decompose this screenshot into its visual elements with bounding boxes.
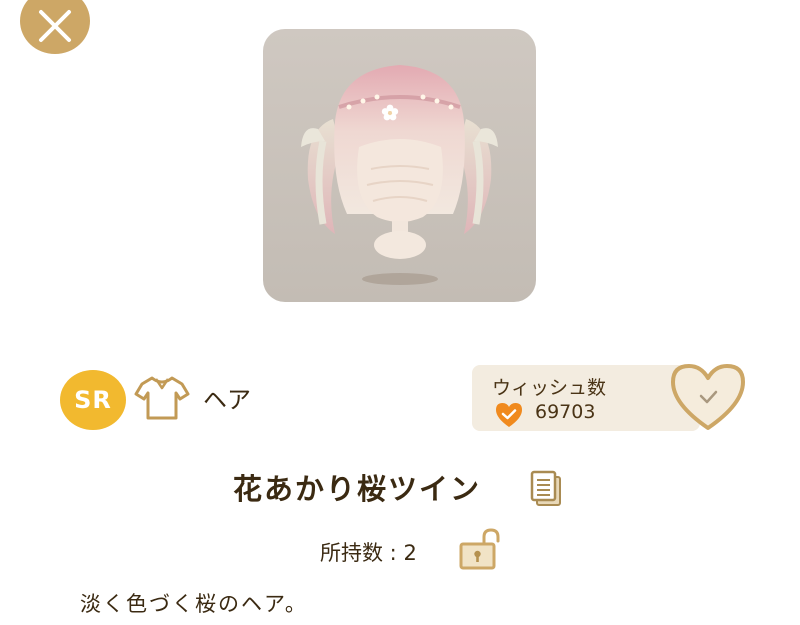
wish-button[interactable] bbox=[668, 362, 748, 432]
wish-count-title: ウィッシュ数 bbox=[492, 377, 607, 399]
item-description: 淡く色づく桜のヘア。 bbox=[80, 592, 308, 616]
owned-count-value: 2 bbox=[403, 541, 417, 565]
hair-illustration bbox=[301, 65, 498, 285]
shirt-icon bbox=[134, 376, 190, 420]
close-button[interactable] bbox=[20, 0, 90, 54]
owned-count: 所持数 : 2 bbox=[320, 537, 417, 567]
owned-count-label: 所持数 bbox=[320, 541, 383, 565]
rarity-label: SR bbox=[74, 386, 112, 414]
category-label: ヘア bbox=[203, 386, 251, 414]
document-icon[interactable] bbox=[528, 470, 564, 508]
unlocked-padlock-icon[interactable] bbox=[458, 527, 506, 571]
wish-count-value: 69703 bbox=[535, 401, 596, 423]
heart-check-icon bbox=[671, 364, 745, 430]
rarity-badge: SR bbox=[60, 370, 126, 430]
item-name: 花あかり桜ツイン bbox=[233, 472, 482, 506]
heart-check-icon bbox=[496, 403, 522, 427]
close-icon bbox=[39, 10, 71, 42]
wish-count-panel: ウィッシュ数 69703 bbox=[472, 365, 700, 431]
owned-count-separator: : bbox=[383, 541, 404, 565]
item-preview-image bbox=[263, 29, 536, 302]
